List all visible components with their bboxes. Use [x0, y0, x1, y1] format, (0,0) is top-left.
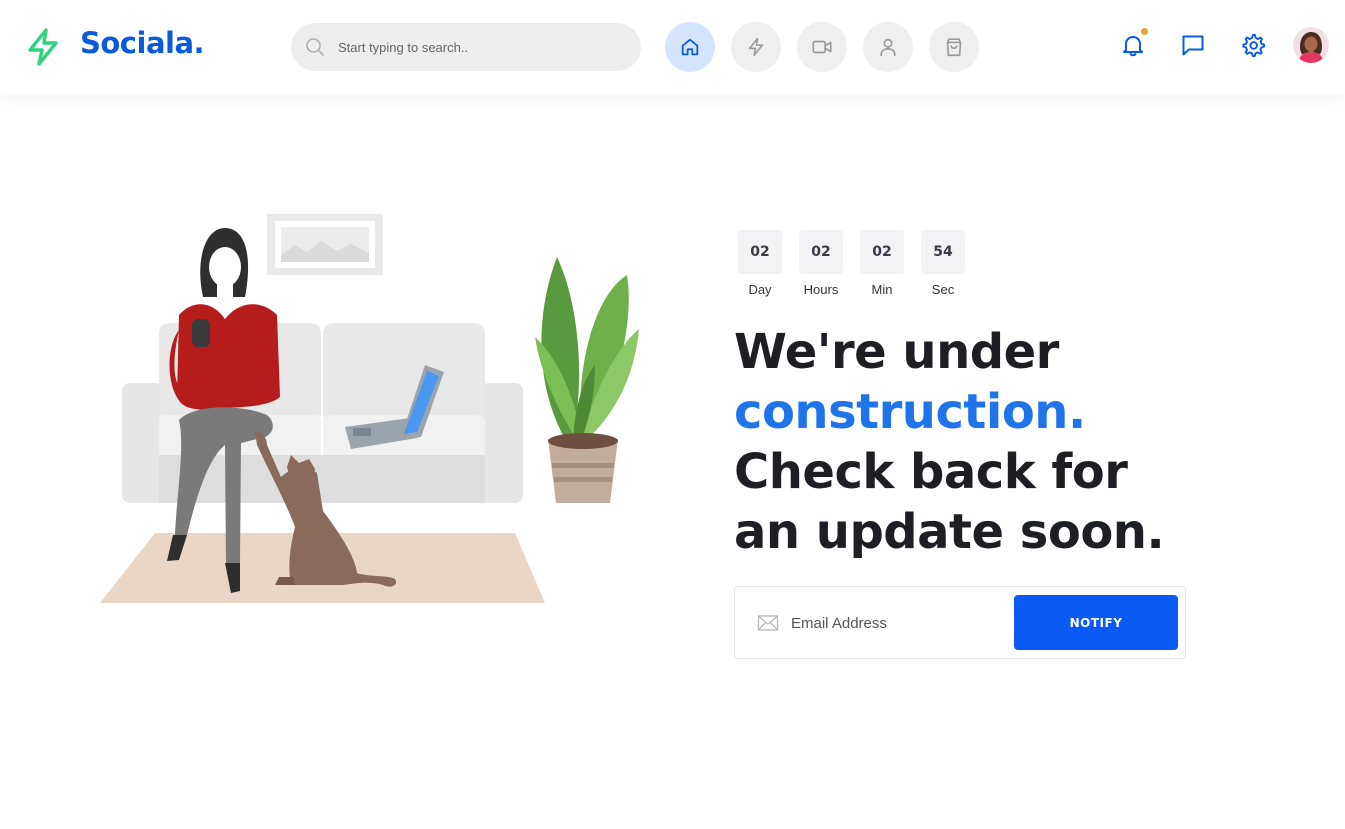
countdown-label: Min [871, 282, 893, 297]
settings-button[interactable] [1238, 30, 1268, 60]
email-input[interactable] [791, 605, 1001, 641]
countdown-value: 54 [921, 230, 965, 274]
countdown-days: 02 Day [738, 230, 782, 297]
chat-icon [1182, 35, 1204, 56]
search-input[interactable] [338, 23, 628, 71]
headline-line-4: an update soon. [734, 504, 1165, 560]
search-icon [306, 38, 324, 56]
avatar-image [1299, 32, 1323, 63]
user-icon [880, 38, 896, 57]
brand-name[interactable]: Sociala. [80, 26, 205, 60]
gear-icon [1242, 34, 1265, 57]
countdown-seconds: 54 Sec [921, 230, 965, 297]
potted-plant [535, 257, 639, 503]
countdown-value: 02 [860, 230, 904, 274]
bell-icon [1123, 36, 1143, 57]
countdown-label: Day [748, 282, 772, 297]
headline-line-3: Check back for [734, 444, 1128, 500]
top-navbar: Sociala. [0, 0, 1345, 95]
countdown-timer: 02 Day 02 Hours 02 Min 54 Sec [738, 230, 965, 297]
headline-highlight: construction. [734, 384, 1086, 440]
page-headline: We're under construction. Check back for… [734, 322, 1294, 562]
countdown-label: Hours [803, 282, 839, 297]
countdown-label: Sec [931, 282, 955, 297]
notification-dot [1141, 28, 1148, 35]
construction-illustration [100, 214, 639, 603]
nav-shop-button[interactable] [929, 22, 979, 72]
nav-videos-button[interactable] [797, 22, 847, 72]
notify-button[interactable]: NOTIFY [1014, 595, 1178, 650]
nav-home-button[interactable] [665, 22, 715, 72]
home-icon [681, 38, 699, 56]
countdown-hours: 02 Hours [799, 230, 843, 297]
subscribe-form: NOTIFY [734, 586, 1186, 659]
nav-profile-button[interactable] [863, 22, 913, 72]
countdown-value: 02 [738, 230, 782, 274]
user-avatar[interactable] [1293, 27, 1329, 63]
lightning-icon [748, 37, 764, 57]
notifications-button[interactable] [1118, 28, 1148, 60]
countdown-minutes: 02 Min [860, 230, 904, 297]
video-icon [812, 40, 832, 54]
mail-icon [757, 615, 779, 631]
search-bar[interactable] [291, 23, 641, 71]
messages-button[interactable] [1178, 30, 1208, 60]
shopping-bag-icon [946, 38, 962, 57]
nav-feed-button[interactable] [731, 22, 781, 72]
headline-line-1: We're under [734, 324, 1059, 380]
countdown-value: 02 [799, 230, 843, 274]
lightning-icon[interactable] [22, 26, 64, 68]
